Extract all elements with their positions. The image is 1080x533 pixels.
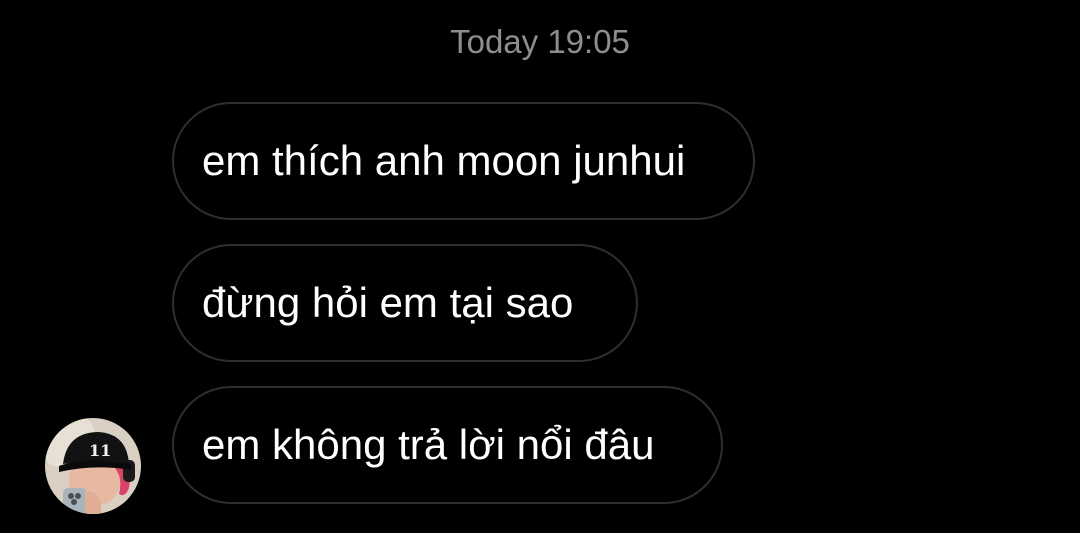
message-text: đừng hỏi em tại sao — [202, 279, 574, 326]
sender-avatar[interactable]: 11 — [45, 418, 141, 514]
cap-logo-text: 11 — [89, 441, 111, 460]
message-bubble[interactable]: đừng hỏi em tại sao — [172, 244, 638, 362]
message-timestamp: Today 19:05 — [450, 23, 630, 60]
message-bubble[interactable]: em thích anh moon junhui — [172, 102, 755, 220]
message-bubble[interactable]: em không trả lời nổi đâu — [172, 386, 723, 504]
profile-photo-icon: 11 — [45, 418, 141, 514]
message-text: em thích anh moon junhui — [202, 137, 686, 184]
message-text: em không trả lời nổi đâu — [202, 421, 655, 468]
